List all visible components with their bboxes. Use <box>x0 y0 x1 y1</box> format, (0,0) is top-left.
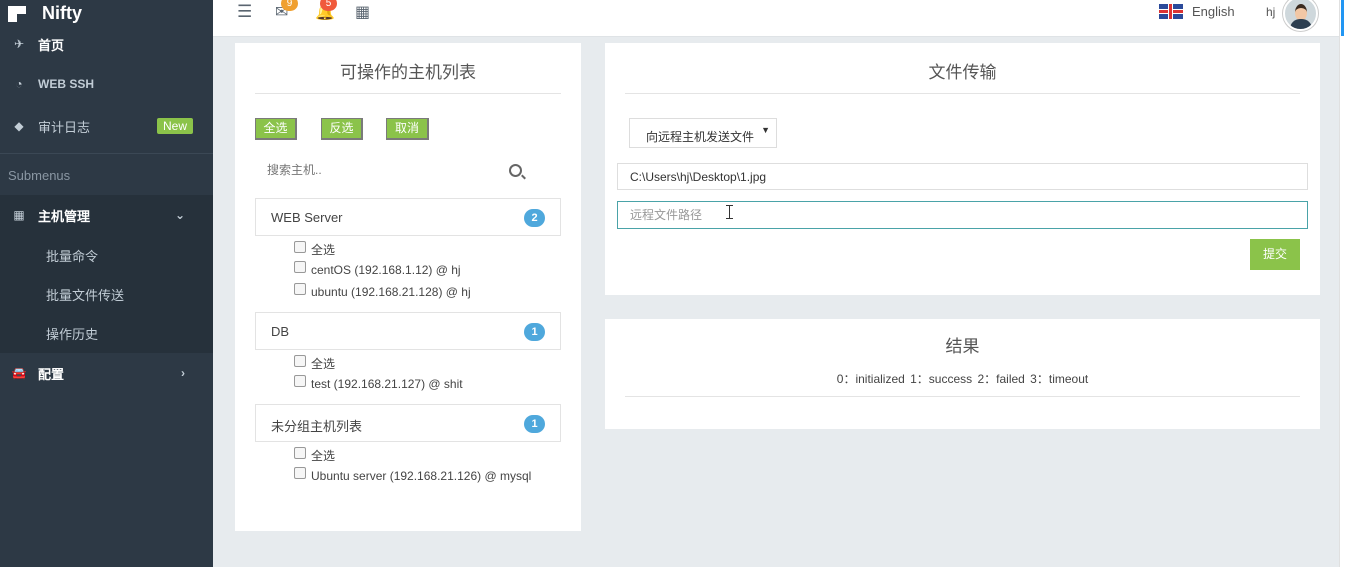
checkbox[interactable] <box>294 354 306 367</box>
apps-grid-icon[interactable]: ▦ <box>355 2 373 21</box>
submit-button[interactable]: 提交 <box>1250 239 1300 270</box>
divider <box>625 396 1300 397</box>
checkbox[interactable] <box>294 375 306 387</box>
cancel-button[interactable]: 取消 <box>386 118 429 140</box>
file-transfer-panel: 文件传输 向远程主机发送文件 ▼ 提交 <box>605 43 1320 295</box>
sidebar-item-label: 首页 <box>38 37 65 53</box>
search-icon[interactable] <box>509 164 522 177</box>
sidebar-item-web-ssh[interactable]: ◔ WEB SSH <box>0 74 213 94</box>
group-count-badge: 2 <box>524 209 545 227</box>
menu-toggle-icon[interactable]: ☰ <box>237 2 255 21</box>
host-row[interactable]: test (192.168.21.127) @ shit <box>294 375 463 391</box>
chevron-down-icon: ⌄ <box>174 208 185 222</box>
divider <box>625 93 1300 94</box>
checkbox[interactable] <box>294 467 306 479</box>
status-legend: 0：initialized 1：success 2：failed 3：timeo… <box>836 372 1089 386</box>
host-label: Ubuntu server (192.168.21.126) @ mysql <box>311 469 532 483</box>
group-name: DB <box>271 324 290 339</box>
notification-count-badge: 5 <box>320 0 337 11</box>
sidebar-subitem-batch-command[interactable]: 批量命令 <box>46 246 98 265</box>
brand-name: Nifty <box>42 2 82 23</box>
sidebar-item-config[interactable]: 🚘 配置 › <box>0 363 213 383</box>
sidebar-item-host-management[interactable]: ▦ 主机管理 ⌄ <box>0 205 213 225</box>
host-row[interactable]: Ubuntu server (192.168.21.126) @ mysql <box>294 467 532 483</box>
sidebar-subitem-batch-file-transfer[interactable]: 批量文件传送 <box>46 285 124 304</box>
text-cursor-icon <box>726 205 733 219</box>
result-panel: 结果 0：initialized 1：success 2：failed 3：ti… <box>605 319 1320 429</box>
sidebar-group-label: Submenus <box>8 168 71 183</box>
checkbox[interactable] <box>294 446 306 459</box>
host-group-ungrouped[interactable]: 未分组主机列表 1 <box>255 404 561 442</box>
language-label: English <box>1192 4 1235 19</box>
sidebar-item-home[interactable]: ✈ 首页 <box>0 34 213 54</box>
group-name: WEB Server <box>271 210 343 225</box>
tag-icon: ◆ <box>14 119 24 133</box>
group-select-all-row[interactable]: 全选 <box>294 446 336 464</box>
bell-icon[interactable]: 🔔 5 <box>315 0 337 21</box>
sidebar-item-audit-log[interactable]: ◆ 审计日志 New <box>0 116 213 136</box>
username[interactable]: hj <box>1266 5 1275 19</box>
sidebar-item-label: 配置 <box>38 366 65 382</box>
sidebar-item-label: WEB SSH <box>38 77 95 91</box>
checkbox[interactable] <box>294 261 306 273</box>
car-icon: 🚘 <box>11 366 27 380</box>
topbar: ☰ ✉ 9 🔔 5 ▦ English hj <box>213 0 1339 37</box>
brand[interactable]: Nifty <box>0 0 213 26</box>
grid-icon: ▦ <box>13 208 25 222</box>
group-count-badge: 1 <box>524 323 545 341</box>
group-count-badge: 1 <box>524 415 545 433</box>
host-group-web-server[interactable]: WEB Server 2 <box>255 198 561 236</box>
group-select-all-row[interactable]: 全选 <box>294 240 336 258</box>
nifty-logo-icon <box>8 4 28 22</box>
host-label: centOS (192.168.1.12) @ hj <box>311 263 461 277</box>
select-all-button[interactable]: 全选 <box>255 118 297 140</box>
checkbox-label: 全选 <box>311 449 336 463</box>
checkbox-label: 全选 <box>311 357 336 371</box>
plane-icon: ✈ <box>13 37 25 51</box>
group-name: 未分组主机列表 <box>271 419 363 434</box>
transfer-direction-select[interactable]: 向远程主机发送文件 ▼ <box>629 118 777 148</box>
uk-flag-icon <box>1159 4 1183 19</box>
group-select-all-row[interactable]: 全选 <box>294 354 336 372</box>
mail-icon[interactable]: ✉ 9 <box>275 0 298 21</box>
dashboard-icon: ◔ <box>15 77 23 91</box>
avatar[interactable] <box>1283 0 1318 31</box>
sidebar-item-label: 主机管理 <box>38 208 91 224</box>
checkbox[interactable] <box>294 283 306 295</box>
panel-title: 文件传输 <box>928 63 997 82</box>
host-search-input[interactable] <box>267 160 487 180</box>
sidebar-item-label: 审计日志 <box>38 119 91 135</box>
sidebar-subitem-history[interactable]: 操作历史 <box>46 324 98 343</box>
scrollbar[interactable] <box>1339 0 1346 567</box>
panel-title: 可操作的主机列表 <box>340 63 476 82</box>
host-row[interactable]: centOS (192.168.1.12) @ hj <box>294 261 461 277</box>
mail-count-badge: 9 <box>281 0 298 11</box>
select-value: 向远程主机发送文件 <box>646 130 755 144</box>
sidebar: Nifty ✈ 首页 ◔ WEB SSH ◆ 审计日志 New Submenus… <box>0 0 213 567</box>
host-label: test (192.168.21.127) @ shit <box>311 377 463 391</box>
host-list-panel: 可操作的主机列表 全选 反选 取消 WEB Server 2 全选 centOS… <box>235 43 581 531</box>
language-selector[interactable]: English <box>1159 4 1235 19</box>
checkbox-label: 全选 <box>311 243 336 257</box>
panel-title: 结果 <box>945 337 980 356</box>
caret-down-icon: ▼ <box>759 125 770 135</box>
sidebar-divider <box>0 153 213 154</box>
checkbox[interactable] <box>294 240 306 253</box>
host-row[interactable]: ubuntu (192.168.21.128) @ hj <box>294 283 471 299</box>
divider <box>255 93 561 94</box>
invert-selection-button[interactable]: 反选 <box>321 118 363 140</box>
new-badge: New <box>156 118 193 134</box>
local-file-path-input[interactable] <box>617 163 1308 190</box>
remote-file-path-input[interactable] <box>617 201 1308 229</box>
host-label: ubuntu (192.168.21.128) @ hj <box>311 285 471 299</box>
host-group-db[interactable]: DB 1 <box>255 312 561 350</box>
chevron-right-icon: › <box>181 366 185 380</box>
